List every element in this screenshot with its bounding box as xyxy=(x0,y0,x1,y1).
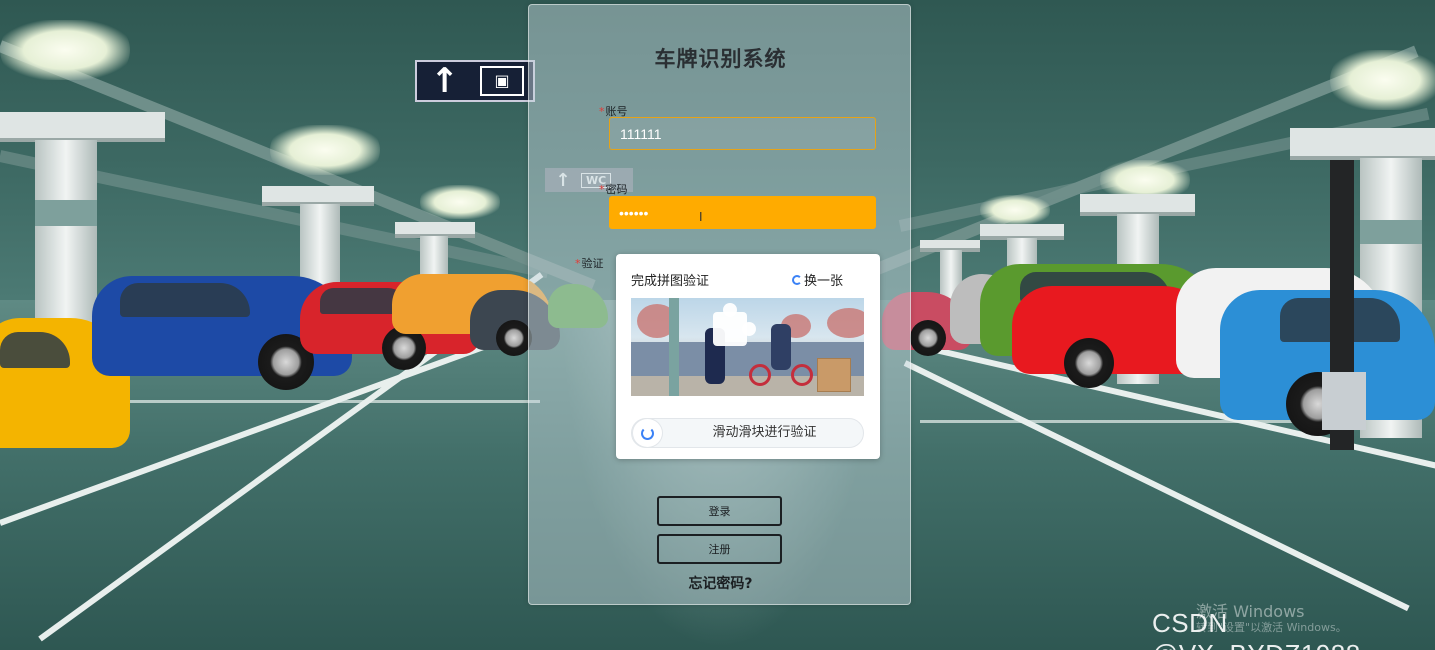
car-window xyxy=(120,283,250,317)
ceiling-lamp xyxy=(1330,50,1435,110)
captcha-label: *验证 xyxy=(575,255,604,271)
register-button[interactable]: 注册 xyxy=(657,534,782,564)
direction-sign: ↑ ▣ xyxy=(415,60,535,102)
ceiling-lamp xyxy=(270,125,380,175)
pillar-band xyxy=(35,200,97,226)
password-label: *密码 xyxy=(599,181,628,197)
pillar-cap xyxy=(1290,128,1435,160)
captcha-refresh-button[interactable]: 换一张 xyxy=(792,270,843,289)
password-label-text: 密码 xyxy=(605,183,628,196)
account-input[interactable] xyxy=(609,117,876,150)
bike-wheel xyxy=(749,364,771,386)
pillar-cap xyxy=(1080,194,1195,216)
forgot-password-link[interactable]: 忘记密码? xyxy=(529,573,912,593)
boxes-shape xyxy=(817,358,851,392)
car-wheel xyxy=(910,320,946,356)
pillar-band xyxy=(1360,220,1422,244)
car-wheel xyxy=(496,320,532,356)
login-panel: 车牌识别系统 *账号 *密码 I *验证 完成拼图验证 换一张 xyxy=(528,4,911,605)
lane-marking xyxy=(120,400,540,403)
password-input[interactable] xyxy=(609,196,876,229)
required-mark: * xyxy=(599,183,605,196)
captcha-slider[interactable]: 滑动滑块进行验证 xyxy=(631,418,864,448)
bike-wheel xyxy=(791,364,813,386)
required-mark: * xyxy=(575,257,581,270)
refresh-icon xyxy=(641,426,654,440)
charging-box xyxy=(1322,372,1366,430)
captcha-popup: 完成拼图验证 换一张 滑动滑块进行验证 xyxy=(616,254,880,459)
car-wheel xyxy=(1064,338,1114,388)
slider-handle[interactable] xyxy=(632,418,663,448)
ceiling-lamp xyxy=(0,20,130,80)
text-cursor-icon: I xyxy=(699,210,703,224)
up-arrow-icon: ↑ xyxy=(430,61,459,101)
csdn-watermark: CSDN @VX_BYDZ1988 xyxy=(1152,608,1360,650)
puzzle-image xyxy=(631,298,864,396)
ceiling-lamp xyxy=(980,195,1050,225)
captcha-label-text: 验证 xyxy=(581,257,604,270)
pillar-cap xyxy=(262,186,374,206)
page-title: 车牌识别系统 xyxy=(654,46,787,71)
captcha-refresh-label: 换一张 xyxy=(804,274,844,289)
puzzle-piece-slot xyxy=(713,303,756,346)
pillar-cap xyxy=(0,112,165,142)
luggage-icon: ▣ xyxy=(480,66,524,96)
ceiling-lamp xyxy=(420,185,500,219)
lane-marking xyxy=(920,420,1300,423)
captcha-title: 完成拼图验证 xyxy=(631,274,710,289)
refresh-icon xyxy=(792,274,802,285)
login-button[interactable]: 登录 xyxy=(657,496,782,526)
slider-hint: 滑动滑块进行验证 xyxy=(712,425,817,440)
tree-shape xyxy=(827,308,864,338)
boy-figure xyxy=(771,324,791,370)
pole-shape xyxy=(669,298,679,396)
required-mark: * xyxy=(599,105,605,118)
